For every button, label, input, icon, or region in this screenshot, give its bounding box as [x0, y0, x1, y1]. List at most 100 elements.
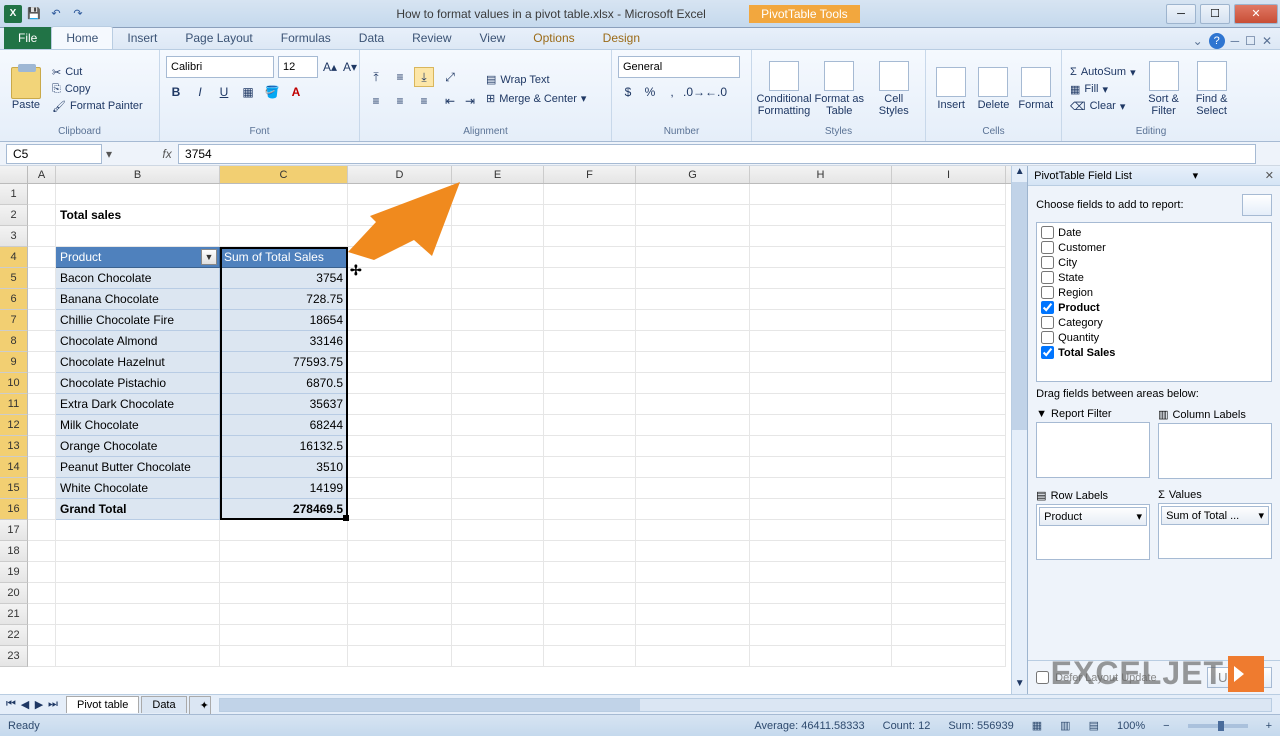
cell[interactable]: [544, 520, 636, 541]
area-values-box[interactable]: Sum of Total ...▾: [1158, 503, 1272, 559]
cell[interactable]: [348, 352, 452, 373]
cell[interactable]: [452, 205, 544, 226]
row-header-8[interactable]: 8: [0, 331, 28, 352]
cell[interactable]: [452, 478, 544, 499]
cell[interactable]: 6870.5: [220, 373, 348, 394]
minimize-button[interactable]: ─: [1166, 4, 1196, 24]
row-header-23[interactable]: 23: [0, 646, 28, 667]
cell[interactable]: [636, 499, 750, 520]
cell[interactable]: [892, 310, 1006, 331]
row-header-16[interactable]: 16: [0, 499, 28, 520]
cell[interactable]: [892, 289, 1006, 310]
cell[interactable]: [636, 226, 750, 247]
cell[interactable]: [220, 646, 348, 667]
cell[interactable]: [544, 184, 636, 205]
cell[interactable]: 16132.5: [220, 436, 348, 457]
format-as-table-button[interactable]: Format as Table: [814, 61, 865, 117]
cell[interactable]: [220, 226, 348, 247]
scroll-thumb[interactable]: [1012, 182, 1027, 430]
cell[interactable]: [28, 184, 56, 205]
cell[interactable]: [544, 436, 636, 457]
value-pill-sum[interactable]: Sum of Total ...▾: [1161, 506, 1269, 525]
cell[interactable]: Product▼: [56, 247, 220, 268]
cell[interactable]: [750, 373, 892, 394]
cell[interactable]: Extra Dark Chocolate: [56, 394, 220, 415]
cell[interactable]: [636, 394, 750, 415]
field-item-date[interactable]: Date: [1039, 225, 1269, 240]
merge-center-button[interactable]: ⊞ Merge & Center ▾: [484, 91, 588, 106]
cell[interactable]: [750, 625, 892, 646]
font-size-select[interactable]: [278, 56, 318, 78]
doc-close-icon[interactable]: ✕: [1262, 34, 1272, 48]
sheet-tab-pivot[interactable]: Pivot table: [66, 696, 139, 713]
cell[interactable]: [452, 289, 544, 310]
zoom-out-icon[interactable]: −: [1163, 720, 1169, 732]
cell[interactable]: [220, 184, 348, 205]
name-box-dropdown-icon[interactable]: ▾: [102, 147, 116, 161]
cell[interactable]: 728.75: [220, 289, 348, 310]
cell[interactable]: [452, 457, 544, 478]
cell[interactable]: [892, 562, 1006, 583]
cell[interactable]: Chillie Chocolate Fire: [56, 310, 220, 331]
align-right-icon[interactable]: ≡: [414, 91, 434, 111]
cell[interactable]: Banana Chocolate: [56, 289, 220, 310]
tab-home[interactable]: Home: [51, 26, 113, 49]
maximize-button[interactable]: ☐: [1200, 4, 1230, 24]
help-icon[interactable]: ?: [1209, 33, 1225, 49]
col-header-E[interactable]: E: [452, 166, 544, 183]
cell[interactable]: [348, 499, 452, 520]
field-checkbox[interactable]: [1041, 271, 1054, 284]
cell[interactable]: [544, 394, 636, 415]
excel-icon[interactable]: X: [4, 5, 22, 23]
cell[interactable]: [348, 436, 452, 457]
cell[interactable]: 3754: [220, 268, 348, 289]
cell[interactable]: [348, 520, 452, 541]
orientation-icon[interactable]: ⤢: [440, 67, 460, 87]
cell[interactable]: [220, 541, 348, 562]
cell[interactable]: [348, 289, 452, 310]
cell[interactable]: [348, 268, 452, 289]
cell[interactable]: [28, 457, 56, 478]
cell[interactable]: [348, 541, 452, 562]
cell[interactable]: [220, 562, 348, 583]
autosum-button[interactable]: Σ AutoSum ▾: [1068, 65, 1138, 80]
cell[interactable]: [56, 226, 220, 247]
area-column-labels-box[interactable]: [1158, 423, 1272, 479]
cell[interactable]: [892, 394, 1006, 415]
cell[interactable]: 18654: [220, 310, 348, 331]
row-header-9[interactable]: 9: [0, 352, 28, 373]
hscroll-thumb[interactable]: [220, 699, 641, 711]
cell[interactable]: [544, 415, 636, 436]
cell[interactable]: [750, 205, 892, 226]
field-checkbox[interactable]: [1041, 316, 1054, 329]
cell[interactable]: [348, 373, 452, 394]
minimize-ribbon-icon[interactable]: ⌄: [1193, 34, 1203, 48]
field-checkbox[interactable]: [1041, 241, 1054, 254]
horizontal-scrollbar[interactable]: [219, 698, 1272, 712]
cell[interactable]: [452, 583, 544, 604]
bold-button[interactable]: B: [166, 82, 186, 102]
cell[interactable]: [544, 646, 636, 667]
cell[interactable]: [348, 331, 452, 352]
cell[interactable]: [892, 646, 1006, 667]
field-list-dropdown-icon[interactable]: ▾: [1193, 169, 1199, 182]
row-header-22[interactable]: 22: [0, 625, 28, 646]
cell[interactable]: [28, 205, 56, 226]
cell[interactable]: [544, 352, 636, 373]
field-list-layout-button[interactable]: [1242, 194, 1272, 216]
area-report-filter-box[interactable]: [1036, 422, 1150, 478]
cell[interactable]: [636, 457, 750, 478]
cell[interactable]: [750, 184, 892, 205]
field-list-close-icon[interactable]: ✕: [1265, 169, 1274, 182]
row-header-15[interactable]: 15: [0, 478, 28, 499]
cell[interactable]: [452, 373, 544, 394]
cell[interactable]: [750, 562, 892, 583]
field-item-city[interactable]: City: [1039, 255, 1269, 270]
field-checkbox[interactable]: [1041, 331, 1054, 344]
cell[interactable]: [452, 520, 544, 541]
cell[interactable]: [28, 373, 56, 394]
cell[interactable]: [28, 268, 56, 289]
col-header-I[interactable]: I: [892, 166, 1006, 183]
clear-button[interactable]: ⌫ Clear ▾: [1068, 99, 1138, 114]
cell[interactable]: [544, 457, 636, 478]
